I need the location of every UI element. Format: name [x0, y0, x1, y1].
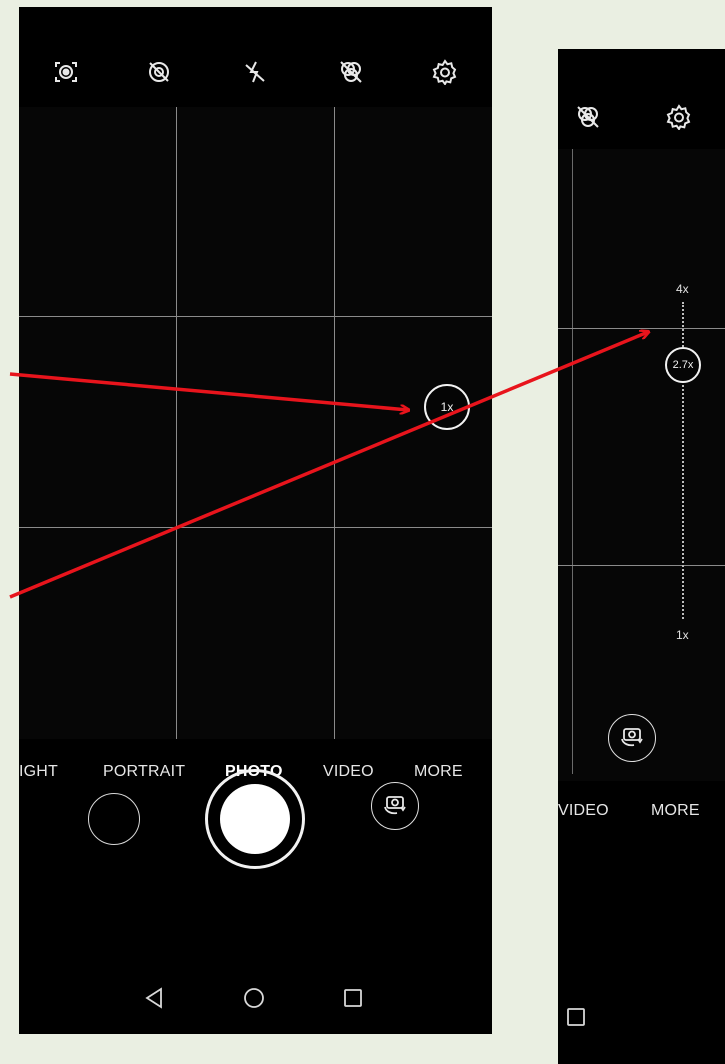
shutter-button-core [220, 784, 290, 854]
switch-camera-icon [382, 791, 408, 822]
mode-video[interactable]: VIDEO [558, 802, 609, 820]
flash-off-icon[interactable] [243, 59, 267, 85]
mode-video[interactable]: VIDEO [323, 763, 374, 781]
zoom-level-button[interactable]: 1x [424, 384, 470, 430]
zoom-min-label: 1x [676, 628, 689, 642]
switch-camera-button[interactable] [371, 782, 419, 830]
grid-line [334, 107, 335, 739]
zoom-slider-thumb[interactable]: 2.7x [665, 347, 701, 383]
back-triangle-icon[interactable] [144, 987, 164, 1009]
home-circle-icon[interactable] [243, 987, 265, 1009]
smart-capture-icon[interactable] [53, 59, 79, 85]
navigation-bar [558, 997, 725, 1057]
viewfinder[interactable]: 4x 2.7x 1x [558, 149, 725, 781]
camera-top-bar [558, 49, 725, 149]
filter-off-icon[interactable] [575, 104, 601, 130]
mode-portrait[interactable]: PORTRAIT [103, 763, 185, 781]
camera-screen-left: 1x IGHT PORTRAIT PHOTO VIDEO MORE [19, 7, 492, 1034]
camera-top-bar [19, 7, 492, 107]
navigation-bar [19, 972, 492, 1032]
grid-line [558, 328, 725, 329]
zoom-slider-edge [572, 149, 573, 774]
gallery-thumbnail[interactable] [88, 793, 140, 845]
camera-mode-selector: VIDEO MORE [558, 802, 725, 826]
mode-more[interactable]: MORE [414, 763, 463, 781]
grid-line [176, 107, 177, 739]
mode-more[interactable]: MORE [651, 802, 700, 820]
camera-screen-right: 4x 2.7x 1x VIDEO MORE [558, 49, 725, 1064]
zoom-max-label: 4x [676, 282, 689, 296]
viewfinder[interactable]: 1x [19, 107, 492, 739]
settings-gear-icon[interactable] [666, 104, 692, 130]
grid-line [19, 527, 492, 528]
filter-off-icon[interactable] [338, 59, 364, 85]
mode-night[interactable]: IGHT [19, 763, 58, 781]
recents-square-icon[interactable] [566, 1007, 586, 1027]
grid-line [19, 316, 492, 317]
ai-off-icon[interactable] [146, 59, 172, 85]
switch-camera-button[interactable] [608, 714, 656, 762]
settings-gear-icon[interactable] [432, 59, 458, 85]
switch-camera-icon [619, 723, 645, 754]
grid-line [558, 565, 725, 566]
recents-square-icon[interactable] [343, 988, 363, 1008]
